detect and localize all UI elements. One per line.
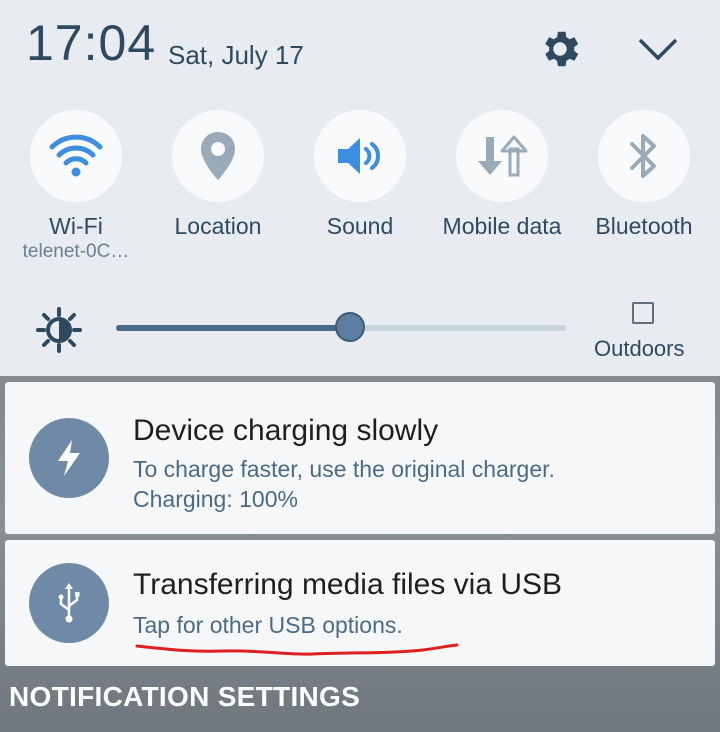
outdoors-checkbox[interactable] (632, 302, 654, 324)
toggle-mobile-data[interactable]: Mobile data (437, 110, 567, 240)
toggle-wifi[interactable]: Wi-Fi telenet-0C… (11, 110, 141, 264)
location-pin-icon (172, 110, 264, 202)
toggle-sublabel: telenet-0C… (22, 241, 130, 262)
toggle-label: Bluetooth (595, 213, 693, 239)
notification-usb[interactable]: Transferring media files via USB Tap for… (5, 540, 715, 666)
toggle-label: Mobile data (442, 213, 562, 239)
quick-settings-panel: 17:04 Sat, July 17 Wi-Fi telenet-0C… Loc… (0, 0, 720, 376)
toggle-label: Location (174, 213, 262, 239)
notification-charging[interactable]: Device charging slowly To charge faster,… (5, 382, 715, 534)
notification-text: Tap for other USB options. (133, 612, 403, 638)
brightness-slider-fill (116, 325, 350, 331)
notification-text: Charging: 100% (133, 486, 298, 512)
gear-icon[interactable] (537, 26, 583, 72)
notification-title: Device charging slowly (133, 414, 439, 447)
toggle-bluetooth[interactable]: Bluetooth (579, 110, 709, 240)
toggle-label: Sound (326, 213, 394, 239)
notification-text: To charge faster, use the original charg… (133, 456, 555, 482)
notification-title: Transferring media files via USB (133, 568, 563, 601)
toggle-sound[interactable]: Sound (295, 110, 425, 240)
brightness-slider[interactable] (116, 312, 566, 342)
outdoors-label: Outdoors (594, 336, 685, 361)
chevron-down-icon[interactable] (636, 34, 680, 64)
clock-date: Sat, July 17 (168, 40, 304, 70)
clock-time: 17:04 (26, 15, 157, 71)
red-underline-annotation (135, 643, 459, 656)
speaker-icon (314, 110, 406, 202)
usb-icon (29, 563, 109, 643)
toggle-location[interactable]: Location (153, 110, 283, 240)
brightness-slider-thumb[interactable] (335, 312, 365, 342)
bluetooth-icon (598, 110, 690, 202)
wifi-icon (30, 110, 122, 202)
notification-settings-button[interactable]: NOTIFICATION SETTINGS (9, 681, 360, 713)
toggle-label: Wi-Fi (49, 213, 103, 239)
lightning-icon (29, 418, 109, 498)
brightness-icon (36, 307, 82, 353)
data-arrows-icon (456, 110, 548, 202)
